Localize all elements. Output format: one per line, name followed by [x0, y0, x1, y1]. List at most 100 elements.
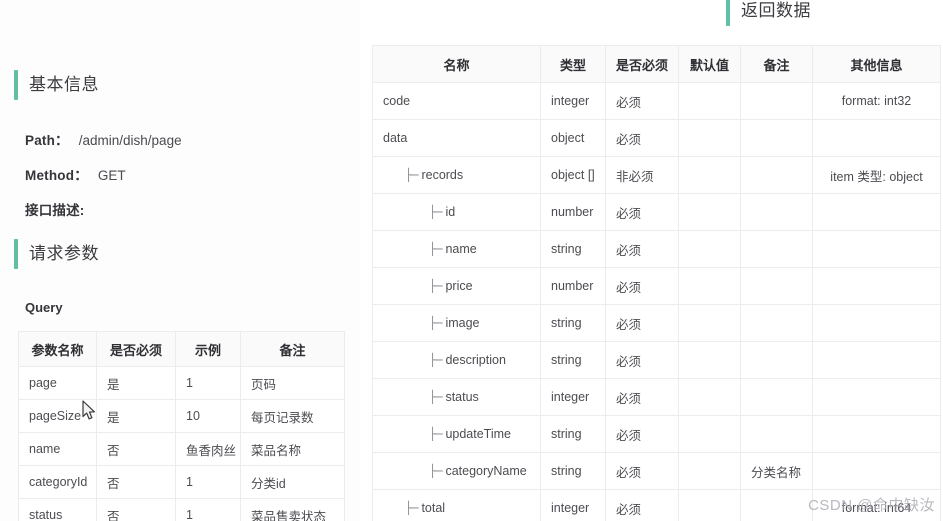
field-required-cell: 非必须 [605, 156, 679, 194]
field-type-cell: integer [540, 82, 606, 120]
field-required-cell: 必须 [605, 82, 679, 120]
meta-description: 接口描述: [25, 199, 95, 219]
field-name-cell: ├─ records [372, 156, 541, 194]
field-type-cell: number [540, 193, 606, 231]
field-name-cell: ├─ id [372, 193, 541, 231]
tree-branch-icon: ├─ [429, 427, 442, 441]
right-panel: 返回数据 名称 类型 是否必须 默认值 备注 其他信息 code integer 必… [360, 0, 943, 521]
table-row: ├─ updateTime string 必须 [372, 415, 941, 453]
field-required-cell: 必须 [605, 378, 679, 416]
param-required-cell: 是 [96, 399, 176, 433]
field-name-cell: data [372, 119, 541, 157]
field-default-cell [678, 82, 741, 120]
field-name-cell: ├─ status [372, 378, 541, 416]
field-name-label: id [445, 205, 456, 219]
field-name-tree: code [383, 84, 530, 119]
param-remark-cell: 菜品名称 [240, 432, 345, 466]
field-name-label: name [445, 242, 477, 256]
param-example-cell: 10 [175, 399, 241, 433]
table-row: ├─ id number 必须 [372, 193, 941, 231]
field-name-tree: ├─ status [383, 380, 530, 415]
table-row: page 是 1 页码 [18, 366, 345, 400]
field-remark-cell [740, 304, 813, 342]
field-name-tree: data [383, 121, 530, 156]
field-name-tree: ├─ total [383, 491, 530, 521]
field-required-cell: 必须 [605, 119, 679, 157]
field-default-cell [678, 193, 741, 231]
field-required-cell: 必须 [605, 415, 679, 453]
tree-branch-icon: ├─ [429, 205, 442, 219]
api-doc-page: 基本信息 Path： /admin/dish/page Method： GET … [0, 0, 943, 521]
field-name-tree: ├─ categoryName [383, 454, 530, 489]
param-remark-cell: 页码 [240, 366, 345, 400]
col-header-param-required: 是否必须 [96, 331, 176, 367]
field-default-cell [678, 415, 741, 453]
field-type-cell: string [540, 452, 606, 490]
field-required-cell: 必须 [605, 452, 679, 490]
table-row: ├─ image string 必须 [372, 304, 941, 342]
field-name-cell: ├─ categoryName [372, 452, 541, 490]
field-type-cell: string [540, 304, 606, 342]
field-other-cell [812, 230, 941, 268]
tree-branch-icon: ├─ [429, 353, 442, 367]
field-default-cell [678, 378, 741, 416]
param-required-cell: 否 [96, 465, 176, 499]
section-heading-return-data: 返回数据 [726, 0, 811, 26]
field-other-cell [812, 378, 941, 416]
field-required-cell: 必须 [605, 267, 679, 305]
field-remark-cell [740, 156, 813, 194]
field-default-cell [678, 119, 741, 157]
table-row: ├─ status integer 必须 [372, 378, 941, 416]
field-name-tree: ├─ id [383, 195, 530, 230]
field-name-tree: ├─ description [383, 343, 530, 378]
tree-branch-icon: ├─ [429, 464, 442, 478]
meta-path: Path： /admin/dish/page [25, 129, 182, 149]
table-row: data object 必须 [372, 119, 941, 157]
section-heading-basic-info: 基本信息 [14, 70, 99, 100]
return-data-table: 名称 类型 是否必须 默认值 备注 其他信息 code integer 必须 form… [372, 45, 941, 521]
field-name-label: price [445, 279, 473, 293]
field-remark-cell [740, 230, 813, 268]
field-type-cell: string [540, 415, 606, 453]
field-name-cell: ├─ updateTime [372, 415, 541, 453]
field-default-cell [678, 156, 741, 194]
col-header-param-example: 示例 [175, 331, 241, 367]
param-example-cell: 1 [175, 498, 241, 521]
field-other-cell [812, 341, 941, 379]
tree-branch-icon: ├─ [429, 316, 442, 330]
table-row: ├─ name string 必须 [372, 230, 941, 268]
field-name-cell: code [372, 82, 541, 120]
tree-branch-icon: ├─ [405, 501, 418, 515]
field-name-tree: ├─ updateTime [383, 417, 530, 452]
field-remark-cell: 分类名称 [740, 452, 813, 490]
field-name-cell: ├─ image [372, 304, 541, 342]
field-remark-cell [740, 82, 813, 120]
request-params-table: 参数名称 是否必须 示例 备注 page 是 1 页码 pageSize 是 10 每页记录数… [18, 331, 345, 521]
param-example-cell: 鱼香肉丝 [175, 432, 241, 466]
param-required-cell: 是 [96, 366, 176, 400]
col-header-field-other: 其他信息 [812, 45, 941, 83]
param-name-cell: categoryId [18, 465, 97, 499]
field-name-label: updateTime [445, 427, 511, 441]
col-header-param-name: 参数名称 [18, 331, 97, 367]
param-example-cell: 1 [175, 366, 241, 400]
field-type-cell: string [540, 230, 606, 268]
tree-branch-icon: ├─ [429, 279, 442, 293]
field-remark-cell [740, 341, 813, 379]
meta-method-label: Method： [25, 168, 88, 183]
param-name-cell: page [18, 366, 97, 400]
field-name-label: data [383, 131, 408, 145]
field-default-cell [678, 452, 741, 490]
field-required-cell: 必须 [605, 341, 679, 379]
field-required-cell: 必须 [605, 193, 679, 231]
query-sublabel: Query [25, 300, 63, 315]
param-name-cell: status [18, 498, 97, 521]
field-type-cell: number [540, 267, 606, 305]
param-remark-cell: 每页记录数 [240, 399, 345, 433]
left-panel: 基本信息 Path： /admin/dish/page Method： GET … [0, 0, 360, 521]
field-name-cell: ├─ total [372, 489, 541, 521]
field-default-cell [678, 489, 741, 521]
field-name-label: total [421, 501, 446, 515]
section-title-basic-info: 基本信息 [29, 74, 99, 94]
field-other-cell: item 类型: object [812, 156, 941, 194]
